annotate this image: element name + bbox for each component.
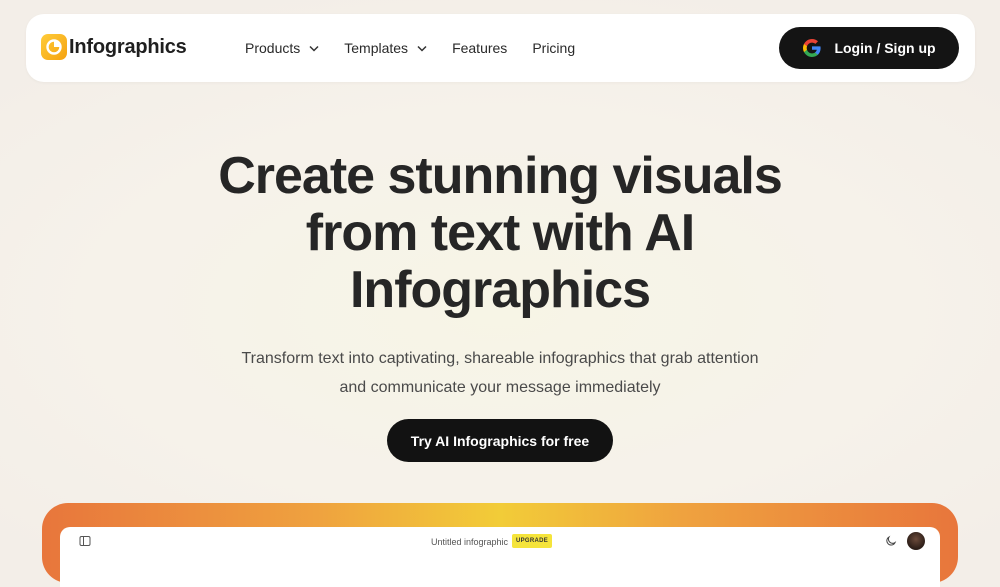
nav-pricing[interactable]: Pricing [532, 40, 575, 56]
hero-subtitle: Transform text into captivating, shareab… [0, 344, 1000, 402]
upgrade-badge[interactable]: UPGRADE [512, 534, 553, 548]
moon-icon[interactable] [885, 535, 897, 547]
brand-logo[interactable]: Infographics [41, 34, 187, 60]
login-signup-label: Login / Sign up [834, 40, 936, 56]
hero-title-line: from text with AI [305, 204, 695, 262]
login-signup-button[interactable]: Login / Sign up [779, 27, 959, 69]
avatar[interactable] [907, 532, 925, 550]
top-navbar: Infographics Products Templates Features… [26, 14, 975, 82]
nav-features[interactable]: Features [452, 40, 507, 56]
hero-subtitle-line: and communicate your message immediately [339, 379, 661, 396]
app-preview-window: Untitled infographic UPGRADE [60, 527, 940, 587]
nav-pricing-label: Pricing [532, 40, 576, 56]
main-nav: Products Templates Features Pricing [245, 14, 600, 82]
nav-products[interactable]: Products [245, 40, 319, 56]
try-free-button[interactable]: Try AI Infographics for free [387, 419, 613, 462]
nav-features-label: Features [452, 40, 508, 56]
hero-title-line: Infographics [349, 261, 651, 319]
nav-templates[interactable]: Templates [344, 40, 427, 56]
nav-templates-label: Templates [344, 40, 409, 56]
brand-name: Infographics [69, 35, 187, 58]
sidebar-toggle-icon[interactable] [79, 535, 91, 547]
pie-chart-logo-icon [41, 34, 67, 60]
hero-subtitle-line: Transform text into captivating, shareab… [241, 350, 759, 367]
hero-title-line: Create stunning visuals [218, 147, 783, 205]
chevron-down-icon [309, 45, 319, 52]
google-icon [803, 39, 822, 57]
chevron-down-icon [417, 45, 427, 52]
hero-title: Create stunning visuals from text with A… [0, 148, 1000, 319]
nav-products-label: Products [245, 40, 301, 56]
document-title[interactable]: Untitled infographic [431, 537, 508, 547]
